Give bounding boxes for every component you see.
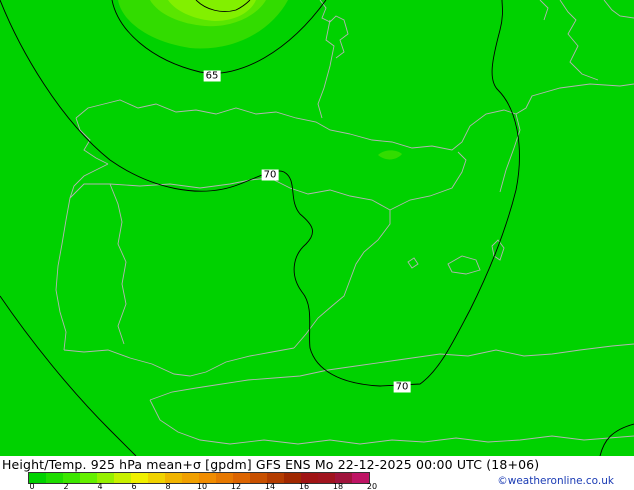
legend-tick-label: 2	[63, 482, 69, 490]
legend-tick-label: 8	[165, 482, 171, 490]
legend-swatch	[114, 473, 131, 483]
contour-label-70-north: 70	[261, 169, 279, 181]
legend-tick-label: 12	[230, 482, 242, 490]
map-title: Height/Temp. 925 hPa mean+σ [gpdm] GFS E…	[2, 457, 540, 472]
legend-tick-labels: 0 2 4 6 8 10 12 14 16 18 20	[0, 483, 634, 490]
contour-label-65: 65	[203, 70, 221, 82]
legend-tick-label: 18	[332, 482, 344, 490]
legend-tick-label: 4	[97, 482, 103, 490]
map-background	[0, 0, 634, 456]
legend-swatch	[80, 473, 97, 483]
legend-tick-label: 16	[298, 482, 310, 490]
contour-label-70-south: 70	[393, 381, 411, 393]
legend-tick-label: 10	[196, 482, 208, 490]
legend-tick-label: 6	[131, 482, 137, 490]
legend-swatch	[46, 473, 63, 483]
legend-tick-label: 0	[29, 482, 35, 490]
weather-map-screen: 65 70 70 Height/Temp. 925 hPa mean+σ [gp…	[0, 0, 634, 490]
legend-tick-label: 20	[366, 482, 378, 490]
legend-swatch	[148, 473, 165, 483]
legend-tick-label: 14	[264, 482, 276, 490]
map-canvas	[0, 0, 634, 456]
